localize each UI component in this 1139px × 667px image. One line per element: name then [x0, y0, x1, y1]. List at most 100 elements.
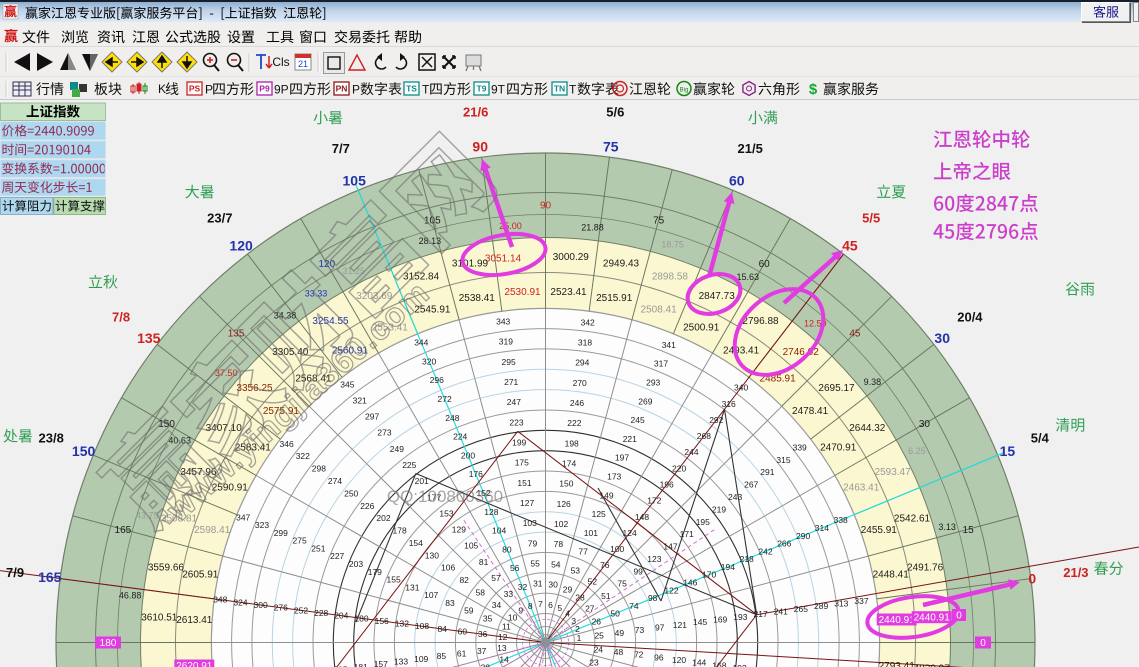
svg-text:0: 0 [980, 638, 986, 649]
svg-text:33: 33 [504, 589, 514, 599]
svg-text:57: 57 [491, 573, 501, 583]
svg-text:29: 29 [563, 584, 573, 594]
svg-text:99: 99 [633, 566, 643, 576]
svg-text:252: 252 [294, 605, 308, 615]
svg-text:109: 109 [414, 654, 428, 664]
svg-text:106: 106 [441, 563, 455, 573]
svg-text:2440.91: 2440.91 [879, 615, 916, 626]
svg-text:123: 123 [647, 554, 661, 564]
svg-text:23: 23 [589, 658, 599, 667]
svg-text:298: 298 [312, 464, 326, 474]
svg-text:315: 315 [776, 455, 790, 465]
svg-text:219: 219 [712, 504, 726, 514]
svg-text:56: 56 [510, 563, 520, 573]
svg-text:218: 218 [740, 554, 754, 564]
svg-text:297: 297 [365, 412, 379, 422]
svg-text:7/9: 7/9 [6, 565, 24, 580]
svg-text:2493.41: 2493.41 [723, 345, 760, 356]
svg-text:171: 171 [680, 529, 694, 539]
svg-text:28: 28 [575, 593, 585, 603]
svg-text:105: 105 [343, 173, 367, 189]
svg-text:320: 320 [422, 356, 436, 366]
svg-text:222: 222 [567, 418, 581, 428]
svg-text:127: 127 [520, 498, 534, 508]
svg-text:198: 198 [565, 438, 579, 448]
svg-text:T: T [569, 83, 577, 97]
svg-text:31: 31 [533, 579, 543, 589]
svg-text:30: 30 [934, 330, 950, 346]
svg-text:7/7: 7/7 [332, 141, 350, 156]
svg-text:317: 317 [654, 359, 668, 369]
svg-text:300: 300 [254, 600, 268, 610]
svg-text:PS: PS [189, 84, 201, 94]
svg-text:267: 267 [744, 480, 758, 490]
svg-text:79: 79 [528, 538, 538, 548]
svg-text:2515.91: 2515.91 [596, 293, 633, 304]
svg-text:QQ:100800360: QQ:100800360 [387, 487, 503, 506]
svg-text:46.88: 46.88 [119, 591, 142, 601]
svg-text:2796.88: 2796.88 [742, 316, 779, 327]
svg-text:291: 291 [760, 467, 774, 477]
svg-text:294: 294 [575, 358, 589, 368]
svg-text:342: 342 [581, 317, 595, 327]
svg-text:221: 221 [623, 434, 637, 444]
svg-text:248: 248 [445, 413, 459, 423]
svg-text:276: 276 [274, 603, 288, 613]
svg-text:122: 122 [664, 585, 678, 595]
svg-text:133: 133 [394, 657, 408, 667]
svg-text:21/3: 21/3 [1063, 565, 1088, 580]
svg-text:318: 318 [578, 338, 592, 348]
svg-text:180: 180 [100, 638, 117, 649]
svg-text:148: 148 [635, 512, 649, 522]
svg-text:74: 74 [629, 601, 639, 611]
svg-text:319: 319 [499, 337, 513, 347]
svg-text:4: 4 [565, 609, 570, 619]
svg-text:125: 125 [592, 509, 606, 519]
svg-text:0: 0 [1028, 570, 1036, 586]
svg-text:197: 197 [615, 453, 629, 463]
svg-text:225: 225 [402, 460, 416, 470]
svg-text:2793.41: 2793.41 [879, 661, 916, 667]
svg-text:247: 247 [507, 397, 521, 407]
svg-text:348: 348 [213, 595, 227, 605]
svg-text:155: 155 [387, 575, 401, 585]
svg-text:T9: T9 [477, 84, 487, 94]
svg-text:151: 151 [517, 478, 531, 488]
svg-text:103: 103 [523, 518, 537, 528]
svg-text:135: 135 [137, 330, 161, 346]
svg-text:75: 75 [653, 215, 665, 226]
svg-text:2523.41: 2523.41 [550, 287, 587, 298]
svg-text:243: 243 [728, 492, 742, 502]
svg-text:15: 15 [963, 525, 975, 536]
svg-text:2605.91: 2605.91 [182, 569, 219, 580]
svg-text:98: 98 [648, 593, 658, 603]
svg-text:343: 343 [496, 317, 510, 327]
svg-text:9T: 9T [491, 83, 506, 97]
svg-text:2448.41: 2448.41 [873, 569, 910, 580]
svg-text:23/7: 23/7 [207, 211, 232, 226]
svg-text:313: 313 [834, 599, 848, 609]
svg-text:338: 338 [834, 515, 848, 525]
svg-text:2470.91: 2470.91 [820, 442, 857, 453]
svg-text:316: 316 [722, 399, 736, 409]
svg-text:0: 0 [956, 611, 962, 622]
svg-text:53: 53 [571, 566, 581, 576]
svg-text:147: 147 [663, 542, 677, 552]
svg-text:104: 104 [492, 526, 506, 536]
svg-text:2530.91: 2530.91 [504, 287, 541, 298]
svg-text:83: 83 [445, 598, 455, 608]
svg-text:245: 245 [631, 415, 645, 425]
svg-text:153: 153 [439, 508, 453, 518]
svg-text:322: 322 [296, 451, 310, 461]
svg-text:228: 228 [314, 608, 328, 618]
svg-text:97: 97 [655, 622, 665, 632]
svg-text:269: 269 [638, 396, 652, 406]
svg-text:124: 124 [623, 528, 637, 538]
svg-text:174: 174 [562, 459, 576, 469]
svg-text:2491.76: 2491.76 [907, 563, 944, 574]
svg-text:2538.41: 2538.41 [459, 293, 496, 304]
svg-text:75: 75 [617, 579, 627, 589]
svg-text:242: 242 [758, 546, 772, 556]
svg-text:3.13: 3.13 [938, 522, 956, 532]
svg-text:324: 324 [233, 597, 247, 607]
